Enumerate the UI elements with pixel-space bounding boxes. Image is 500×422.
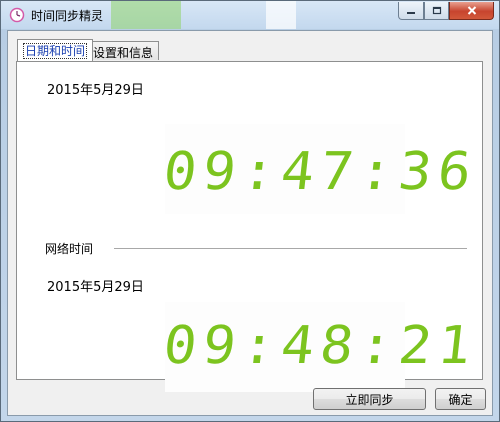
close-icon [467, 6, 476, 15]
client-area: 日期和时间 设置和信息 2015年5月29日 09:47:36 网络时间 201… [7, 30, 493, 416]
tab-date-time-label: 日期和时间 [23, 43, 88, 59]
local-time-display: 09:47:36 [160, 142, 481, 202]
window-title: 时间同步精灵 [31, 9, 104, 23]
title-decoration [111, 1, 181, 29]
tab-date-time[interactable]: 日期和时间 [17, 39, 94, 61]
network-time-display: 09:48:21 [160, 316, 481, 376]
maximize-icon [432, 6, 441, 15]
title-bar[interactable]: 时间同步精灵 [1, 1, 499, 29]
tab-panel: 2015年5月29日 09:47:36 网络时间 2015年5月29日 09:4… [16, 61, 483, 392]
title-decoration-light [266, 1, 296, 29]
maximize-button[interactable] [424, 2, 449, 20]
sync-now-button[interactable]: 立即同步 [313, 388, 426, 410]
app-window: 时间同步精灵 日期和时间 设置和信息 2015年5月29日 09:47:36 网… [0, 0, 500, 422]
tab-settings-info[interactable]: 设置和信息 [87, 41, 160, 60]
minimize-button[interactable] [398, 2, 424, 20]
clock-icon [9, 7, 25, 23]
ok-button[interactable]: 确定 [435, 388, 486, 410]
local-date: 2015年5月29日 [47, 79, 144, 98]
minimize-icon [407, 11, 415, 14]
section-divider [114, 248, 467, 249]
tab-settings-info-label: 设置和信息 [93, 46, 154, 60]
close-button[interactable] [449, 2, 494, 20]
network-date: 2015年5月29日 [47, 276, 144, 295]
network-time-label: 网络时间 [45, 240, 100, 257]
